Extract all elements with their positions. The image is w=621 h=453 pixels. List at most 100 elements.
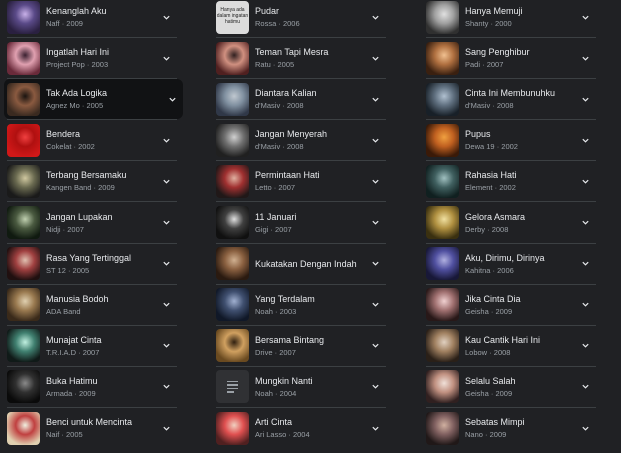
thumbnail-caption: Hanya ada dalam ingatan hatimu <box>216 6 249 25</box>
song-item[interactable]: Selalu Salah Geisha · 2009 <box>426 367 596 407</box>
chevron-down-icon[interactable] <box>368 380 382 394</box>
song-thumbnail <box>426 288 459 322</box>
chevron-down-icon[interactable] <box>368 421 382 435</box>
chevron-down-icon[interactable] <box>368 298 382 312</box>
chevron-down-icon[interactable] <box>578 421 592 435</box>
chevron-down-icon[interactable] <box>159 10 173 24</box>
song-meta: Bersama Bintang Drive · 2007 <box>255 334 368 358</box>
song-item[interactable]: Kau Cantik Hari Ini Lobow · 2008 <box>426 326 596 366</box>
song-subtitle: Nidji · 2007 <box>46 224 159 235</box>
chevron-down-icon[interactable] <box>578 133 592 147</box>
song-item[interactable]: Yang Terdalam Noah · 2003 <box>216 285 386 325</box>
song-item[interactable]: Kukatakan Dengan Indah <box>216 244 386 284</box>
song-meta: Permintaan Hati Letto · 2007 <box>255 169 368 193</box>
chevron-down-icon[interactable] <box>578 10 592 24</box>
song-thumbnail <box>216 247 249 281</box>
song-thumbnail <box>7 411 40 445</box>
song-item[interactable]: Diantara Kalian d'Masiv · 2008 <box>216 79 386 119</box>
song-item[interactable]: Permintaan Hati Letto · 2007 <box>216 161 386 201</box>
chevron-down-icon[interactable] <box>159 133 173 147</box>
song-item[interactable]: Ingatlah Hari Ini Project Pop · 2003 <box>7 38 177 78</box>
song-item[interactable]: Manusia Bodoh ADA Band <box>7 285 177 325</box>
song-item[interactable]: Benci untuk Mencinta Naif · 2005 <box>7 408 177 448</box>
song-item[interactable]: Kenanglah Aku Naff · 2009 <box>7 0 177 37</box>
song-meta: Jangan Menyerah d'Masiv · 2008 <box>255 128 368 152</box>
song-item[interactable]: Sebatas Mimpi Nano · 2009 <box>426 408 596 448</box>
chevron-down-icon[interactable] <box>578 51 592 65</box>
song-artist: ADA Band <box>46 306 81 316</box>
chevron-down-icon[interactable] <box>159 339 173 353</box>
song-artist: Drive <box>255 347 273 357</box>
song-item[interactable]: Mungkin Nanti Noah · 2004 <box>216 367 386 407</box>
song-thumbnail <box>426 411 459 445</box>
song-item[interactable]: Sang Penghibur Padi · 2007 <box>426 38 596 78</box>
song-item[interactable]: Bersama Bintang Drive · 2007 <box>216 326 386 366</box>
song-item[interactable]: Jika Cinta Dia Geisha · 2009 <box>426 285 596 325</box>
chevron-down-icon[interactable] <box>159 380 173 394</box>
chevron-down-icon[interactable] <box>159 216 173 230</box>
song-meta: Cinta Ini Membunuhku d'Masiv · 2008 <box>465 87 578 111</box>
song-item[interactable]: Cinta Ini Membunuhku d'Masiv · 2008 <box>426 79 596 119</box>
chevron-down-icon[interactable] <box>368 216 382 230</box>
song-year: 2005 <box>277 60 295 70</box>
song-item[interactable]: Jangan Lupakan Nidji · 2007 <box>7 203 177 243</box>
song-item[interactable]: Gelora Asmara Derby · 2008 <box>426 203 596 243</box>
song-item[interactable]: Aku, Dirimu, Dirinya Kahitna · 2006 <box>426 244 596 284</box>
song-item[interactable]: Arti Cinta Ari Lasso · 2004 <box>216 408 386 448</box>
song-artist: Nidji <box>46 224 61 234</box>
chevron-down-icon[interactable] <box>368 257 382 271</box>
song-item[interactable]: Rasa Yang Tertinggal ST 12 · 2005 <box>7 244 177 284</box>
chevron-down-icon[interactable] <box>578 174 592 188</box>
chevron-down-icon[interactable] <box>165 92 179 106</box>
chevron-down-icon[interactable] <box>368 51 382 65</box>
song-item[interactable]: Terbang Bersamaku Kangen Band · 2009 <box>7 161 177 201</box>
song-year: 2009 <box>66 19 83 28</box>
chevron-down-icon[interactable] <box>578 257 592 271</box>
separator-dot: · <box>485 224 492 234</box>
song-item[interactable]: Jangan Menyerah d'Masiv · 2008 <box>216 120 386 160</box>
song-subtitle: Cokelat · 2002 <box>46 141 159 152</box>
chevron-down-icon[interactable] <box>159 257 173 271</box>
song-title: 11 Januari <box>255 211 297 222</box>
song-item[interactable]: Rahasia Hati Element · 2002 <box>426 161 596 201</box>
chevron-down-icon[interactable] <box>578 339 592 353</box>
chevron-down-icon[interactable] <box>159 298 173 312</box>
chevron-down-icon[interactable] <box>368 92 382 106</box>
chevron-down-icon[interactable] <box>159 174 173 188</box>
song-item[interactable]: Teman Tapi Mesra Ratu · 2005 <box>216 38 386 78</box>
song-item[interactable]: Bendera Cokelat · 2002 <box>7 120 177 160</box>
song-item[interactable]: 11 Januari Gigi · 2007 <box>216 203 386 243</box>
song-item[interactable]: Hanya Memuji Shanty · 2000 <box>426 0 596 37</box>
song-meta: Teman Tapi Mesra Ratu · 2005 <box>255 46 368 70</box>
song-item[interactable]: Munajat Cinta T.R.I.A.D · 2007 <box>7 326 177 366</box>
chevron-down-icon[interactable] <box>578 298 592 312</box>
song-meta: Yang Terdalam Noah · 2003 <box>255 293 368 317</box>
song-title: Bendera <box>46 129 81 140</box>
song-year: 2009 <box>495 388 513 398</box>
song-artist: Kangen Band <box>46 183 92 193</box>
chevron-down-icon[interactable] <box>578 380 592 394</box>
chevron-down-icon[interactable] <box>159 421 173 435</box>
song-thumbnail <box>426 0 459 34</box>
chevron-down-icon[interactable] <box>159 51 173 65</box>
song-item[interactable]: Buka Hatimu Armada · 2009 <box>7 367 177 407</box>
song-artist: Letto <box>255 183 272 193</box>
song-year: 2003 <box>91 60 109 70</box>
song-item[interactable]: Tak Ada Logika Agnez Mo · 2005 <box>4 79 183 120</box>
song-item[interactable]: Pupus Dewa 19 · 2002 <box>426 120 596 160</box>
chevron-down-icon[interactable] <box>368 174 382 188</box>
song-thumbnail <box>7 41 40 75</box>
song-thumbnail <box>216 164 249 198</box>
song-item[interactable]: Hanya ada dalam ingatan hatimu Pudar Rossa… <box>216 0 386 37</box>
chevron-down-icon[interactable] <box>578 92 592 106</box>
song-year: 2008 <box>493 347 511 357</box>
song-title: Arti Cinta <box>255 417 293 427</box>
chevron-down-icon[interactable] <box>368 339 382 353</box>
chevron-down-icon[interactable] <box>368 10 382 24</box>
song-meta: Bendera Cokelat · 2002 <box>46 128 159 152</box>
song-meta: Pudar Rossa · 2006 <box>255 5 368 29</box>
song-subtitle: ST 12 · 2005 <box>46 265 159 276</box>
separator-dot: · <box>286 430 293 439</box>
chevron-down-icon[interactable] <box>368 133 382 147</box>
chevron-down-icon[interactable] <box>578 216 592 230</box>
